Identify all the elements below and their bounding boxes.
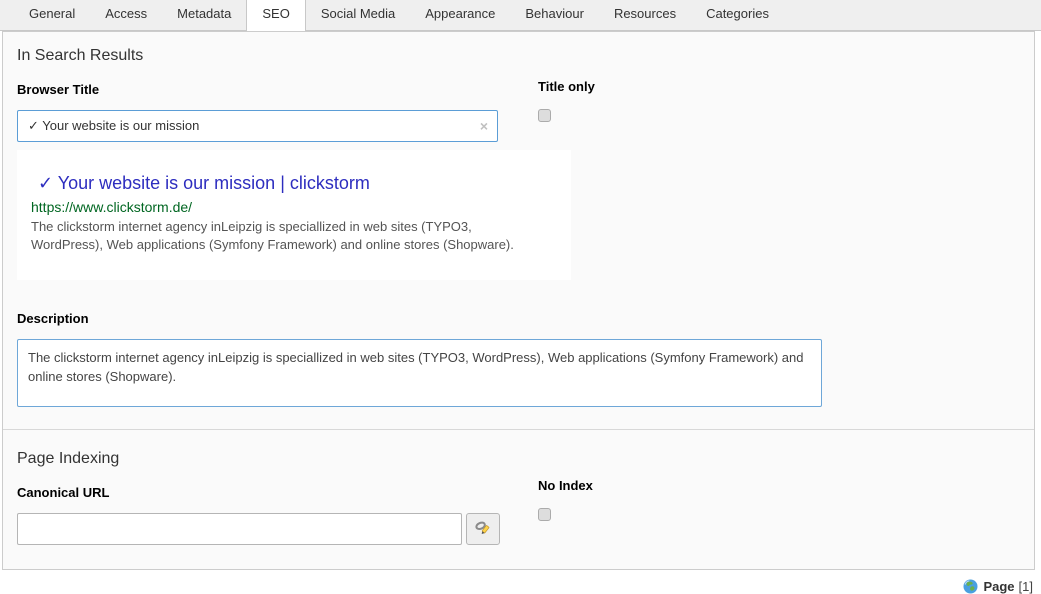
link-wizard-icon	[475, 520, 491, 539]
globe-icon	[963, 579, 978, 594]
preview-result-url: https://www.clickstorm.de/	[31, 199, 551, 215]
title-only-label: Title only	[538, 79, 595, 94]
seo-tab-panel: In Search Results Browser Title × ✓ Your…	[2, 31, 1035, 570]
section-page-indexing: Page Indexing Canonical URL No Index	[3, 429, 1034, 569]
record-type-label: Page	[983, 579, 1014, 594]
no-index-label: No Index	[538, 478, 593, 493]
tab-seo[interactable]: SEO	[246, 0, 305, 31]
no-index-field: No Index	[538, 478, 593, 524]
description-label: Description	[17, 311, 1018, 326]
browser-title-input-wrap: ×	[17, 110, 498, 142]
canonical-url-label: Canonical URL	[17, 485, 1018, 500]
tab-categories[interactable]: Categories	[691, 0, 784, 30]
tab-access[interactable]: Access	[90, 0, 162, 30]
title-only-checkbox[interactable]	[538, 109, 551, 122]
description-textarea[interactable]: The clickstorm internet agency inLeipzig…	[17, 339, 822, 407]
search-result-preview: ✓ Your website is our mission | clicksto…	[17, 150, 571, 280]
canonical-url-input[interactable]	[17, 513, 462, 545]
section-heading-page-indexing: Page Indexing	[17, 450, 1018, 468]
browser-title-label: Browser Title	[17, 82, 1018, 97]
tab-bar: General Access Metadata SEO Social Media…	[0, 0, 1041, 31]
tab-metadata[interactable]: Metadata	[162, 0, 246, 30]
tab-social-media[interactable]: Social Media	[306, 0, 410, 30]
clear-input-icon[interactable]: ×	[480, 118, 488, 134]
browser-title-input[interactable]	[17, 110, 498, 142]
title-only-field: Title only	[538, 79, 595, 125]
record-uid: [1]	[1019, 579, 1033, 594]
section-in-search-results: In Search Results Browser Title × ✓ Your…	[3, 32, 1034, 429]
tab-appearance[interactable]: Appearance	[410, 0, 510, 30]
canonical-url-row	[17, 513, 1018, 545]
tab-behaviour[interactable]: Behaviour	[510, 0, 599, 30]
preview-result-description: The clickstorm internet agency inLeipzig…	[31, 218, 533, 254]
link-wizard-button[interactable]	[466, 513, 500, 545]
tab-resources[interactable]: Resources	[599, 0, 691, 30]
section-heading-in-search-results: In Search Results	[17, 47, 1018, 65]
tab-general[interactable]: General	[14, 0, 90, 30]
no-index-checkbox[interactable]	[538, 508, 551, 521]
preview-result-title-link[interactable]: ✓ Your website is our mission | clicksto…	[38, 173, 551, 194]
